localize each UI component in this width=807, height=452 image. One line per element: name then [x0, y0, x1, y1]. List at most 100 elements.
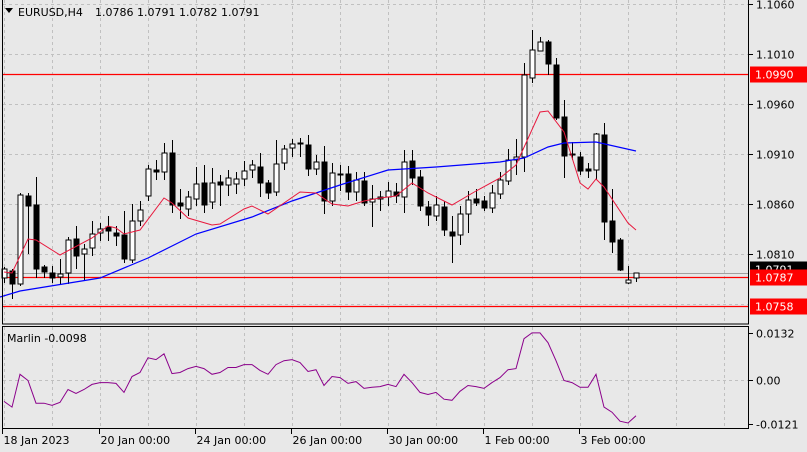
price-tag-label: 1.0787 [755, 272, 794, 285]
candle-body-bull [273, 163, 280, 193]
marlin-indicator [3, 332, 637, 424]
candles [1, 30, 640, 299]
candle [33, 177, 40, 278]
candle-body-bear [297, 142, 304, 145]
candle [609, 189, 616, 253]
candle-body-bear [409, 160, 416, 179]
price-tick-label: 1.1060 [756, 0, 795, 12]
candle-body-bear [105, 226, 112, 232]
candle [633, 272, 640, 282]
candle-body-bull [593, 133, 600, 171]
candle [321, 146, 328, 214]
candle [9, 269, 16, 299]
candle-body-bull [225, 177, 232, 186]
candle-body-bear [25, 195, 32, 207]
candle-body-bear [545, 41, 552, 65]
price-axis[interactable]: 1.1060 1.1010 1.0960 1.0910 1.0860 1.0810 0.01… [748, 0, 798, 432]
candle-body-bull [233, 178, 240, 185]
candle [545, 40, 552, 75]
chart-window[interactable]: 1.1060 1.1010 1.0960 1.0910 1.0860 1.0810 0.01… [0, 0, 807, 452]
candle [489, 185, 496, 213]
candle [521, 63, 528, 172]
candle-body-bull [137, 209, 144, 222]
candle [465, 191, 472, 233]
candle-body-bull [353, 179, 360, 193]
candle-body-bear [33, 204, 40, 270]
candle [201, 165, 208, 213]
candle-body-bear [561, 116, 568, 157]
candle [249, 160, 256, 178]
candle [417, 170, 424, 211]
candle [289, 139, 296, 157]
candle-body-bull [497, 179, 504, 195]
candle-body-bear [417, 176, 424, 207]
candle [177, 189, 184, 219]
candle-body-bull [465, 199, 472, 215]
price-tick-label: 1.1010 [756, 49, 795, 62]
price-tick-label: 1.0960 [756, 99, 795, 112]
candle-body-bear [49, 272, 56, 279]
grid [3, 0, 748, 428]
candle [513, 139, 520, 175]
indicator-tick-label: -0.0121 [756, 419, 798, 432]
candle-body-bull [65, 239, 72, 274]
indicator-tick-label: 0.00 [756, 375, 781, 388]
candle [329, 163, 336, 206]
time-tick-label: 1 Feb 00:00 [485, 434, 550, 447]
candle [441, 201, 448, 236]
candle-body-bear [617, 239, 624, 271]
time-axis[interactable]: 18 Jan 2023 20 Jan 00:00 24 Jan 00:00 26 Ja… [2, 429, 646, 447]
candle [25, 193, 32, 254]
candle-body-bull [625, 279, 632, 284]
candle-body-bear [553, 64, 560, 119]
candle-body-bull [249, 164, 256, 171]
symbol-timeframe: EURUSD,H4 [18, 6, 83, 19]
candle-body-bear [481, 200, 488, 209]
candle-body-bear [177, 202, 184, 207]
candle-body-bear [217, 181, 224, 186]
candle-body-bull [209, 182, 216, 203]
candle [337, 165, 344, 191]
price-tick-label: 1.0810 [756, 249, 795, 262]
candle-body-bull [57, 273, 64, 278]
candle [233, 172, 240, 194]
candle-body-bear [305, 144, 312, 170]
candle-body-bear [361, 180, 368, 204]
candle [617, 238, 624, 271]
candle [209, 168, 216, 209]
price-tag-label: 1.0990 [755, 69, 794, 82]
time-tick-label: 24 Jan 00:00 [197, 434, 267, 447]
candle [105, 216, 112, 241]
candle [369, 185, 376, 227]
candle-body-bull [289, 143, 296, 149]
marlin-line [3, 332, 637, 424]
candle-body-bull [161, 152, 168, 173]
candle [161, 143, 168, 180]
triangle-down-icon[interactable] [5, 8, 13, 13]
candle-body-bear [425, 206, 432, 216]
candle [393, 183, 400, 203]
candle-body-bear [201, 182, 208, 206]
candle-body-bear [169, 152, 176, 206]
candle [529, 30, 536, 83]
candle-body-bull [385, 190, 392, 198]
candle [49, 266, 56, 283]
candle [129, 204, 136, 263]
candle [57, 259, 64, 284]
time-tick-label: 20 Jan 00:00 [101, 434, 171, 447]
candle [241, 161, 248, 186]
candle-body-bull [185, 196, 192, 210]
indicator-label: Marlin -0.0098 [7, 332, 87, 345]
candle-body-bear [577, 156, 584, 172]
candle [505, 149, 512, 185]
candle-body-bull [457, 213, 464, 236]
candle [457, 206, 464, 245]
candle-body-bull [241, 170, 248, 180]
candle-body-bull [537, 41, 544, 52]
candle [593, 133, 600, 180]
candle-body-bear [473, 198, 480, 204]
candle [153, 160, 160, 180]
candle [409, 150, 416, 185]
candle-body-bear [609, 220, 616, 243]
candle-body-bear [41, 266, 48, 273]
